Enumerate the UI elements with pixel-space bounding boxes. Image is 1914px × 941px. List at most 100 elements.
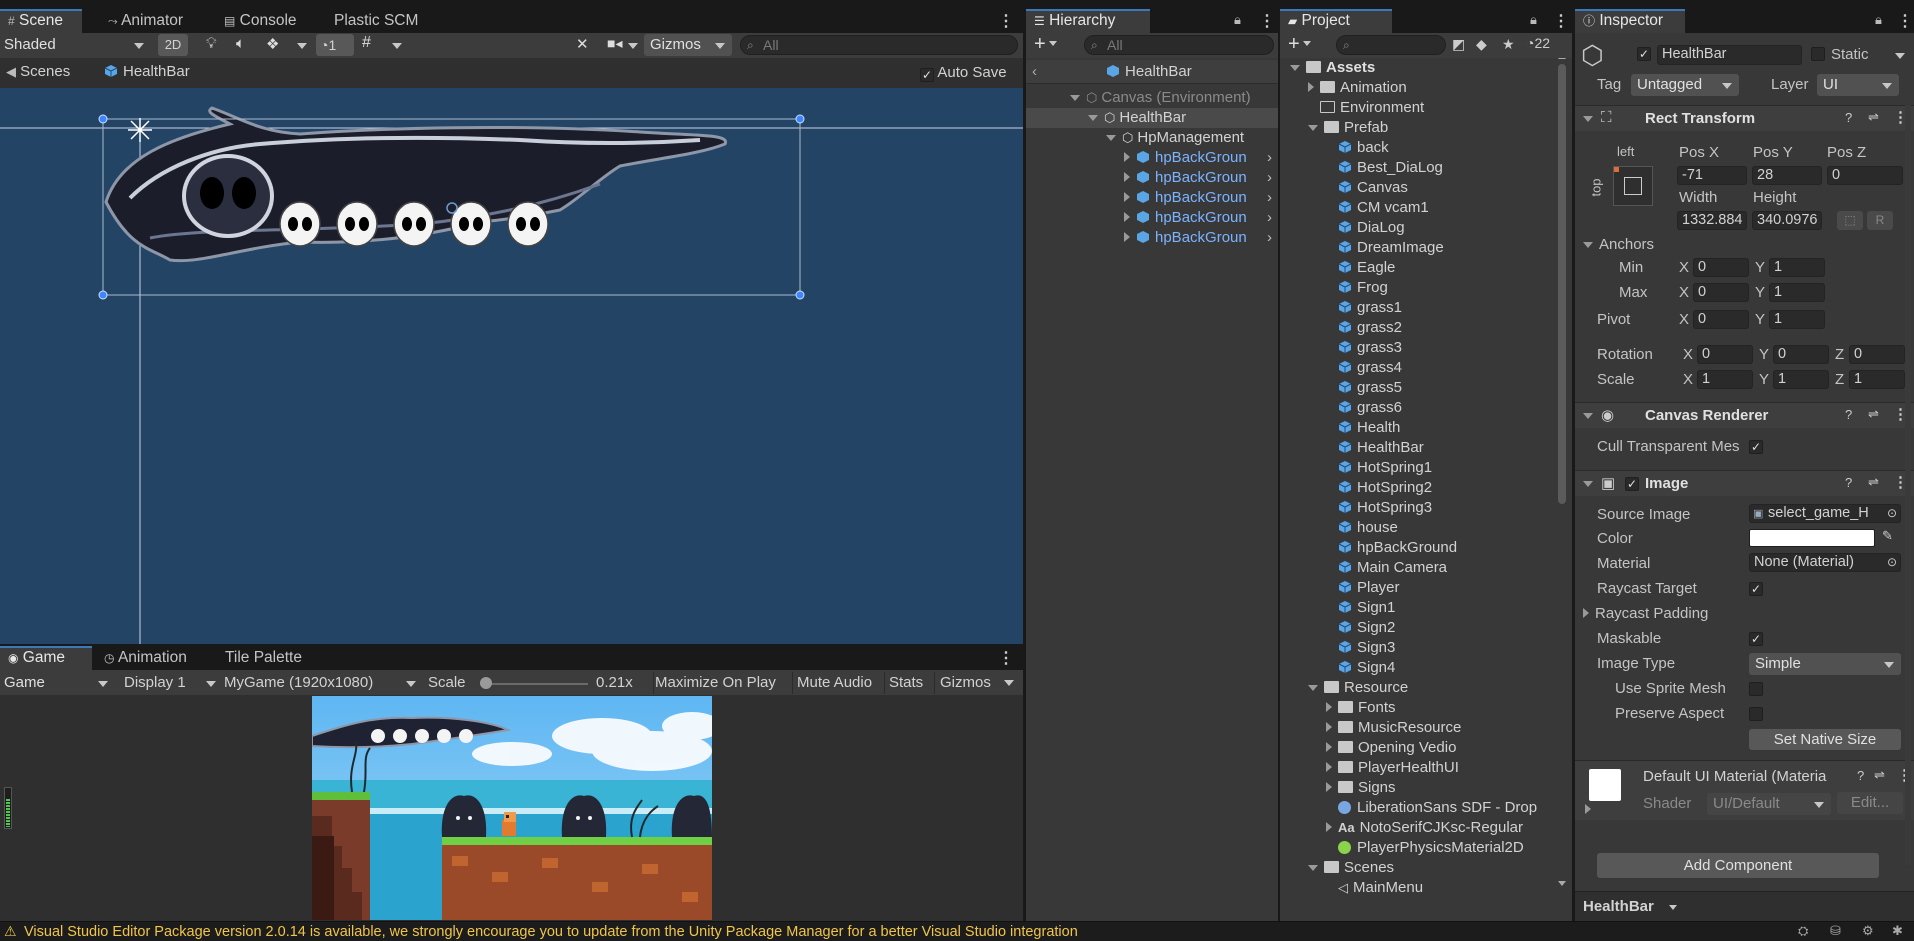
project-prefab-item[interactable]: HotSpring2 — [1338, 478, 1432, 498]
project-folder-environment[interactable]: Environment — [1320, 98, 1424, 118]
project-prefab-item[interactable]: Frog — [1338, 278, 1388, 298]
grid-dropdown-icon[interactable] — [392, 43, 402, 49]
project-item-assets[interactable]: Assets — [1290, 58, 1375, 78]
image-type-dropdown[interactable]: Simple — [1749, 653, 1901, 675]
game-gizmos-dropdown-icon[interactable] — [1004, 680, 1014, 686]
scale-x-field[interactable]: 1 — [1697, 370, 1753, 389]
game-viewport[interactable] — [0, 695, 1023, 921]
project-prefab-item[interactable]: Eagle — [1338, 258, 1395, 278]
raw-edit-button[interactable]: R — [1867, 211, 1893, 230]
tab-inspector[interactable]: ⓘ Inspector — [1575, 9, 1685, 33]
height-field[interactable]: 340.0976 — [1752, 211, 1822, 230]
project-prefab-item[interactable]: Best_DiaLog — [1338, 158, 1443, 178]
inspector-menu-icon[interactable]: ⋮ — [1897, 11, 1913, 31]
chevron-right-icon[interactable]: › — [1267, 148, 1272, 168]
saved-search-icon[interactable]: ★ — [1502, 36, 1515, 53]
2d-toggle-button[interactable]: 2D — [158, 34, 188, 56]
project-prefab-item[interactable]: CM vcam1 — [1338, 198, 1429, 218]
hierarchy-item-hpbackground-1[interactable]: hpBackGroun › — [1124, 148, 1278, 168]
expand-arrow-icon[interactable] — [1308, 685, 1318, 691]
expand-arrow-icon[interactable] — [1124, 212, 1130, 222]
tab-tile-palette[interactable]: Tile Palette — [217, 646, 310, 670]
preset-icon[interactable]: ⇌ — [1868, 109, 1879, 125]
shader-edit-button[interactable]: Edit... — [1837, 792, 1903, 814]
project-folder-resource[interactable]: Resource — [1308, 678, 1408, 698]
resolution-dropdown[interactable]: MyGame (1920x1080) — [224, 672, 416, 694]
inspector-scrollbar[interactable] — [1905, 105, 1911, 865]
color-swatch[interactable] — [1749, 529, 1875, 547]
project-prefab-item[interactable]: Health — [1338, 418, 1400, 438]
scene-search-input[interactable]: ⌕ All — [740, 35, 1018, 55]
lock-icon[interactable]: 🔒︎ — [1530, 12, 1537, 28]
gizmos-dropdown[interactable]: Gizmos — [644, 34, 732, 56]
game-menu-icon[interactable]: ⋮ — [998, 648, 1014, 668]
project-folder-signs[interactable]: Signs — [1326, 778, 1396, 798]
project-item-physics-material[interactable]: PlayerPhysicsMaterial2D — [1338, 838, 1524, 858]
camera-icon[interactable]: ■◂ — [607, 35, 622, 52]
width-field[interactable]: 1332.884 — [1677, 211, 1747, 230]
tools-icon[interactable]: ✕ — [576, 35, 589, 53]
raycast-target-checkbox[interactable]: ✓ — [1749, 582, 1763, 596]
mute-audio-button[interactable]: Mute Audio — [792, 672, 872, 694]
static-checkbox[interactable] — [1811, 47, 1825, 61]
prefab-breadcrumb[interactable]: HealthBar — [104, 63, 190, 80]
stats-button[interactable]: Stats — [884, 672, 923, 694]
project-menu-icon[interactable]: ⋮ — [1553, 11, 1569, 31]
raycast-padding-foldout[interactable]: Raycast Padding — [1583, 605, 1708, 622]
image-enabled-checkbox[interactable]: ✓ — [1625, 477, 1639, 491]
inspector-footer-label[interactable]: HealthBar — [1583, 898, 1654, 915]
tab-console[interactable]: ▤ Console — [216, 9, 305, 33]
expand-arrow-icon[interactable] — [1326, 822, 1332, 832]
project-folder-fonts[interactable]: Fonts — [1326, 698, 1396, 718]
project-item-mainmenu[interactable]: ◁ MainMenu — [1338, 878, 1423, 898]
maximize-on-play-button[interactable]: Maximize On Play — [653, 672, 776, 694]
project-prefab-item[interactable]: Sign1 — [1338, 598, 1395, 618]
project-prefab-item[interactable]: grass5 — [1338, 378, 1402, 398]
scene-menu-icon[interactable]: ⋮ — [998, 11, 1014, 31]
use-sprite-mesh-checkbox[interactable] — [1749, 682, 1763, 696]
project-folder-prefab[interactable]: Prefab — [1308, 118, 1388, 138]
shading-dropdown[interactable]: Shaded — [4, 34, 146, 56]
expand-arrow-icon[interactable] — [1583, 608, 1589, 618]
hierarchy-menu-icon[interactable]: ⋮ — [1259, 11, 1275, 31]
canvas-renderer-header[interactable]: ◉ Canvas Renderer ? ⇌ ⋮ — [1575, 402, 1914, 428]
expand-arrow-icon[interactable] — [1583, 413, 1593, 419]
lock-icon[interactable]: 🔒︎ — [1875, 12, 1882, 28]
project-prefab-item[interactable]: back — [1338, 138, 1389, 158]
project-prefab-item[interactable]: HealthBar — [1338, 438, 1424, 458]
expand-arrow-icon[interactable] — [1326, 762, 1332, 772]
tab-plastic-scm[interactable]: Plastic SCM — [326, 9, 426, 33]
scenes-breadcrumb[interactable]: ◀ Scenes — [6, 63, 70, 80]
hierarchy-item-healthbar[interactable]: ⬡ HealthBar — [1026, 108, 1278, 128]
expand-arrow-icon[interactable] — [1326, 782, 1332, 792]
project-folder-musicresource[interactable]: MusicResource — [1326, 718, 1461, 738]
expand-arrow-icon[interactable] — [1070, 95, 1080, 101]
project-prefab-item[interactable]: HotSpring3 — [1338, 498, 1432, 518]
audio-icon[interactable]: 🔈︎ — [236, 35, 245, 52]
rect-transform-header[interactable]: ⛶ Rect Transform ? ⇌ ⋮ — [1575, 105, 1914, 131]
expand-arrow-icon[interactable] — [1124, 152, 1130, 162]
static-dropdown-icon[interactable] — [1895, 53, 1905, 59]
expand-arrow-icon[interactable] — [1290, 65, 1300, 71]
pivot-x-field[interactable]: 0 — [1693, 310, 1749, 329]
expand-arrow-icon[interactable] — [1585, 804, 1591, 814]
rotation-z-field[interactable]: 0 — [1849, 345, 1905, 364]
project-prefab-item[interactable]: DreamImage — [1338, 238, 1444, 258]
rotation-y-field[interactable]: 0 — [1773, 345, 1829, 364]
project-prefab-item[interactable]: hpBackGround — [1338, 538, 1457, 558]
project-folder-scenes[interactable]: Scenes — [1308, 858, 1394, 878]
expand-arrow-icon[interactable] — [1583, 242, 1593, 248]
project-prefab-item[interactable]: Canvas — [1338, 178, 1408, 198]
preserve-aspect-checkbox[interactable] — [1749, 707, 1763, 721]
project-prefab-item[interactable]: grass6 — [1338, 398, 1402, 418]
back-chevron-icon[interactable]: ‹ — [1032, 63, 1037, 80]
hierarchy-search-input[interactable]: ⌕ All — [1084, 35, 1274, 55]
help-icon[interactable]: ? — [1845, 110, 1852, 125]
cache-icon[interactable]: ⛁ — [1830, 923, 1841, 939]
object-picker-icon[interactable]: ⊙ — [1887, 505, 1897, 522]
project-prefab-item[interactable]: Main Camera — [1338, 558, 1447, 578]
project-prefab-item[interactable]: Sign3 — [1338, 638, 1395, 658]
shader-dropdown[interactable]: UI/Default — [1707, 793, 1831, 815]
tab-project[interactable]: ▰ Project — [1280, 9, 1392, 33]
project-search-input[interactable]: ⌕ — [1336, 35, 1446, 55]
